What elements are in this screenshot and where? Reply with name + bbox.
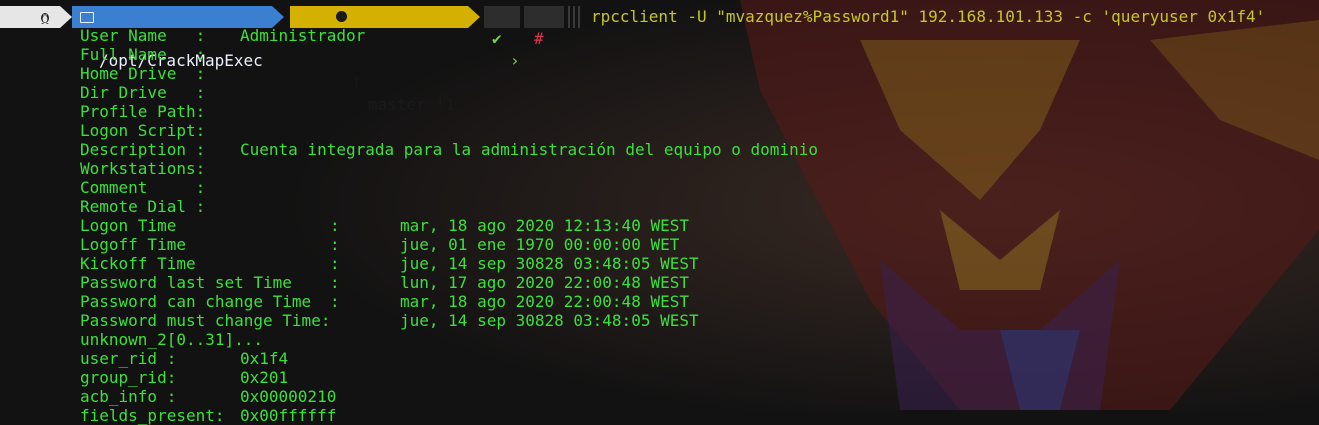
os-segment [0, 6, 60, 28]
command-output: User Name : Administrador Full Name : Hom… [80, 26, 818, 425]
hash-sign: # [534, 29, 544, 48]
git-branch-icon: ᛘ [352, 73, 362, 92]
separator-colon: : [330, 235, 340, 254]
field-label: Dir Drive : [80, 83, 206, 102]
command-line[interactable]: rpcclient -U "mvazquez%Password1" 192.16… [591, 6, 1265, 28]
field-label: Logon Script: [80, 121, 206, 140]
output-row-comment: Comment : [80, 178, 330, 197]
id-value: 0x1f4 [240, 349, 289, 368]
separator-colon: : [330, 254, 340, 273]
time-value: mar, 18 ago 2020 22:00:48 WEST [400, 292, 689, 311]
time-label: Password last set Time [80, 273, 292, 292]
output-row-logon-script: Logon Script: [80, 121, 330, 140]
output-row-password-can-change: Password can change Time: mar, 18 ago 202… [80, 292, 689, 311]
separator-colon: : [330, 273, 340, 292]
segment-separator [272, 6, 284, 28]
field-label: Full Name : [80, 45, 206, 64]
field-value: Administrador [240, 26, 366, 45]
time-value: jue, 01 ene 1970 00:00:00 WET [400, 235, 680, 254]
unknown-field: unknown_2[0..31]... [80, 330, 264, 349]
time-value: jue, 14 sep 30828 03:48:05 WEST [400, 254, 699, 273]
root-indicator: # [524, 6, 564, 48]
status-segment: ✔ › [484, 6, 520, 70]
time-label: Password can change Time [80, 292, 312, 311]
id-label: fields_present: [80, 406, 225, 425]
time-label: Logon Time [80, 216, 177, 235]
github-icon [336, 11, 347, 22]
output-row-workstations: Workstations: [80, 159, 330, 178]
output-row-password-last-set: Password last set Time: lun, 17 ago 2020 … [80, 273, 689, 292]
output-row-user-rid: user_rid : 0x1f4 [80, 349, 330, 368]
segment-separator [60, 6, 72, 28]
segment-separator [468, 6, 480, 28]
field-label: Workstations: [80, 159, 206, 178]
field-label: Home Drive : [80, 64, 206, 83]
field-label: User Name : [80, 26, 206, 45]
output-row-logon-time: Logon Time: mar, 18 ago 2020 12:13:40 WES… [80, 216, 689, 235]
directory-segment: /opt/CrackMapExec [72, 6, 272, 70]
output-row-group-rid: group_rid: 0x201 [80, 368, 330, 387]
id-value: 0x00ffffff [240, 406, 337, 425]
field-label: Profile Path: [80, 102, 206, 121]
output-row-fields-present: fields_present: 0x00ffffff [80, 406, 336, 425]
id-label: acb_info : [80, 387, 177, 406]
chevron-right-icon: › [510, 51, 520, 70]
id-value: 0x00000210 [240, 387, 337, 406]
id-label: user_rid : [80, 349, 177, 368]
folder-icon [80, 12, 94, 23]
success-check-icon: ✔ [492, 29, 502, 48]
git-branch: master !1 [368, 95, 455, 114]
output-row-kickoff-time: Kickoff Time: jue, 14 sep 30828 03:48:05 … [80, 254, 699, 273]
output-row-full-name: Full Name : [80, 45, 330, 64]
time-value: jue, 14 sep 30828 03:48:05 WEST [400, 311, 699, 330]
time-label: Kickoff Time [80, 254, 196, 273]
prompt-end-decoration [566, 6, 582, 28]
separator-colon: : [330, 216, 340, 235]
output-row-user-name: User Name : Administrador [80, 26, 365, 45]
output-row-home-drive: Home Drive : [80, 64, 330, 83]
output-row-profile-path: Profile Path: [80, 102, 330, 121]
output-row-unknown: unknown_2[0..31]... [80, 330, 330, 349]
git-segment: on ᛘ master !1 [290, 6, 468, 114]
output-row-acb-info: acb_info : 0x00000210 [80, 387, 336, 406]
time-value: mar, 18 ago 2020 12:13:40 WEST [400, 216, 689, 235]
output-row-dir-drive: Dir Drive : [80, 83, 330, 102]
field-label: Description : [80, 140, 206, 159]
linux-penguin-icon [41, 13, 49, 24]
id-value: 0x201 [240, 368, 289, 387]
id-label: group_rid: [80, 368, 177, 387]
field-label: Comment : [80, 178, 206, 197]
time-value: lun, 17 ago 2020 22:00:48 WEST [400, 273, 689, 292]
output-row-description: Description : Cuenta integrada para la ad… [80, 140, 818, 159]
time-label: Logoff Time [80, 235, 186, 254]
separator-colon: : [330, 292, 340, 311]
output-row-password-must-change: Password must change Time: jue, 14 sep 30… [80, 311, 699, 330]
output-row-logoff-time: Logoff Time: jue, 01 ene 1970 00:00:00 WE… [80, 235, 679, 254]
field-value: Cuenta integrada para la administración … [240, 140, 818, 159]
time-label: Password must change Time: [80, 311, 331, 330]
output-row-remote-dial: Remote Dial : [80, 197, 330, 216]
field-label: Remote Dial : [80, 197, 206, 216]
